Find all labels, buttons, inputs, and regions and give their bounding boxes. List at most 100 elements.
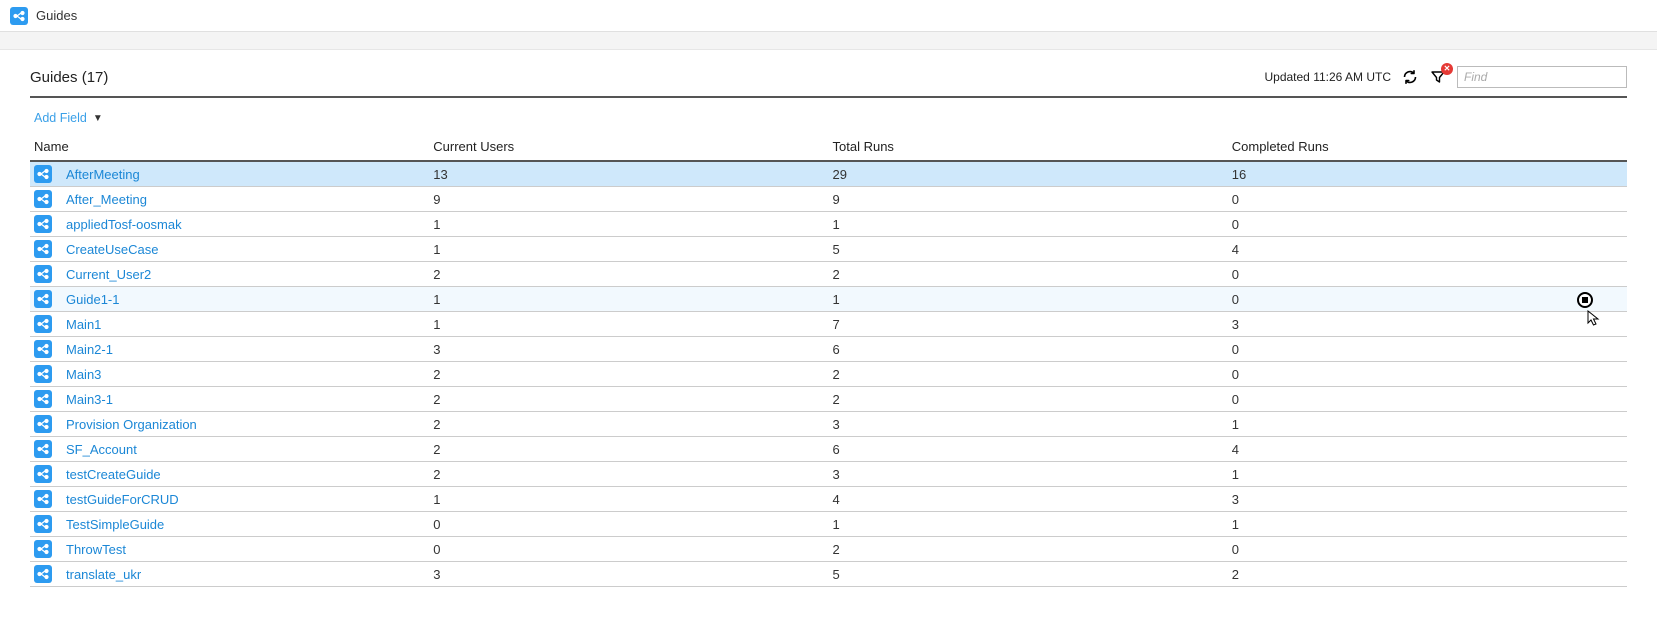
guide-row-icon — [34, 415, 52, 433]
cell-completed-runs: 4 — [1228, 437, 1627, 462]
guide-row-icon — [34, 440, 52, 458]
guide-name-link[interactable]: Main1 — [66, 317, 101, 332]
table-row[interactable]: Main3-1220 — [30, 387, 1627, 412]
table-row[interactable]: TestSimpleGuide011 — [30, 512, 1627, 537]
app-title: Guides — [36, 8, 77, 23]
table-row[interactable]: testGuideForCRUD143 — [30, 487, 1627, 512]
guide-row-icon — [34, 315, 52, 333]
add-field-dropdown[interactable]: Add Field ▼ — [34, 111, 103, 125]
cell-completed-runs: 4 — [1228, 237, 1627, 262]
cell-completed-runs: 0 — [1228, 262, 1627, 287]
cell-completed-runs: 3 — [1228, 487, 1627, 512]
col-header-name[interactable]: Name — [30, 133, 429, 161]
filter-button[interactable]: ✕ — [1429, 68, 1447, 86]
cell-completed-runs: 0 — [1228, 362, 1627, 387]
table-row[interactable]: AfterMeeting132916 — [30, 161, 1627, 187]
cell-total-runs: 6 — [829, 437, 1228, 462]
guide-name-link[interactable]: Provision Organization — [66, 417, 197, 432]
guide-name-link[interactable]: testCreateGuide — [66, 467, 161, 482]
chevron-down-icon: ▼ — [93, 113, 103, 124]
guide-row-icon — [34, 390, 52, 408]
guide-row-icon — [34, 565, 52, 583]
guide-name-link[interactable]: ThrowTest — [66, 542, 126, 557]
table-row[interactable]: ThrowTest020 — [30, 537, 1627, 562]
header-tools: Updated 11:26 AM UTC ✕ — [1264, 66, 1627, 88]
guide-name-link[interactable]: After_Meeting — [66, 192, 147, 207]
table-row[interactable]: translate_ukr352 — [30, 562, 1627, 587]
cell-current-users: 1 — [429, 487, 828, 512]
clear-filter-badge[interactable]: ✕ — [1441, 63, 1453, 75]
list-header: Guides (17) Updated 11:26 AM UTC ✕ — [30, 60, 1627, 98]
cell-total-runs: 3 — [829, 462, 1228, 487]
guide-name-link[interactable]: Guide1-1 — [66, 292, 119, 307]
cell-completed-runs: 0 — [1228, 387, 1627, 412]
cell-total-runs: 3 — [829, 412, 1228, 437]
cell-current-users: 1 — [429, 287, 828, 312]
cell-total-runs: 1 — [829, 212, 1228, 237]
cell-total-runs: 6 — [829, 337, 1228, 362]
guide-row-icon — [34, 340, 52, 358]
col-header-current-users[interactable]: Current Users — [429, 133, 828, 161]
table-row[interactable]: CreateUseCase154 — [30, 237, 1627, 262]
guide-name-link[interactable]: AfterMeeting — [66, 167, 140, 182]
guide-name-link[interactable]: Main3-1 — [66, 392, 113, 407]
cell-completed-runs: 0 — [1228, 537, 1627, 562]
guide-row-icon — [34, 365, 52, 383]
table-row[interactable]: SF_Account264 — [30, 437, 1627, 462]
table-row[interactable]: Current_User2220 — [30, 262, 1627, 287]
table-row[interactable]: Main3220 — [30, 362, 1627, 387]
table-row[interactable]: After_Meeting990 — [30, 187, 1627, 212]
list-count: (17) — [82, 69, 109, 86]
guide-name-link[interactable]: appliedTosf-oosmak — [66, 217, 182, 232]
table-row[interactable]: Main1173 — [30, 312, 1627, 337]
cell-current-users: 1 — [429, 312, 828, 337]
table-row[interactable]: Provision Organization231 — [30, 412, 1627, 437]
guide-name-link[interactable]: CreateUseCase — [66, 242, 159, 257]
guide-row-icon — [34, 190, 52, 208]
cell-current-users: 1 — [429, 237, 828, 262]
list-title: Guides (17) — [30, 69, 108, 86]
table-row[interactable]: appliedTosf-oosmak110 — [30, 212, 1627, 237]
guide-name-link[interactable]: TestSimpleGuide — [66, 517, 164, 532]
refresh-button[interactable] — [1401, 68, 1419, 86]
guide-name-link[interactable]: SF_Account — [66, 442, 137, 457]
list-title-text: Guides — [30, 69, 78, 86]
guide-row-icon — [34, 240, 52, 258]
cell-current-users: 2 — [429, 262, 828, 287]
cell-current-users: 2 — [429, 387, 828, 412]
guide-name-link[interactable]: Current_User2 — [66, 267, 151, 282]
cell-total-runs: 5 — [829, 562, 1228, 587]
guide-row-icon — [34, 515, 52, 533]
cell-current-users: 1 — [429, 212, 828, 237]
cell-completed-runs: 16 — [1228, 161, 1627, 187]
cell-current-users: 0 — [429, 512, 828, 537]
cell-current-users: 3 — [429, 337, 828, 362]
guide-name-link[interactable]: Main3 — [66, 367, 101, 382]
cell-total-runs: 9 — [829, 187, 1228, 212]
toolbar-spacer — [0, 32, 1657, 50]
cell-completed-runs: 0 — [1228, 187, 1627, 212]
cell-completed-runs: 1 — [1228, 462, 1627, 487]
col-header-completed-runs[interactable]: Completed Runs — [1228, 133, 1627, 161]
guides-icon — [10, 7, 28, 25]
cell-current-users: 2 — [429, 362, 828, 387]
app-header: Guides — [0, 0, 1657, 32]
table-header-row: Name Current Users Total Runs Completed … — [30, 133, 1627, 161]
guide-name-link[interactable]: Main2-1 — [66, 342, 113, 357]
guide-name-link[interactable]: translate_ukr — [66, 567, 141, 582]
cell-total-runs: 2 — [829, 362, 1228, 387]
guide-name-link[interactable]: testGuideForCRUD — [66, 492, 179, 507]
find-input[interactable] — [1457, 66, 1627, 88]
table-row[interactable]: Guide1-1110 — [30, 287, 1627, 312]
guide-row-icon — [34, 465, 52, 483]
stop-run-button[interactable] — [1577, 292, 1593, 308]
table-row[interactable]: Main2-1360 — [30, 337, 1627, 362]
table-row[interactable]: testCreateGuide231 — [30, 462, 1627, 487]
cell-current-users: 13 — [429, 161, 828, 187]
guide-row-icon — [34, 290, 52, 308]
stop-icon — [1582, 297, 1588, 303]
cell-total-runs: 1 — [829, 287, 1228, 312]
col-header-total-runs[interactable]: Total Runs — [829, 133, 1228, 161]
cell-current-users: 3 — [429, 562, 828, 587]
cell-current-users: 0 — [429, 537, 828, 562]
